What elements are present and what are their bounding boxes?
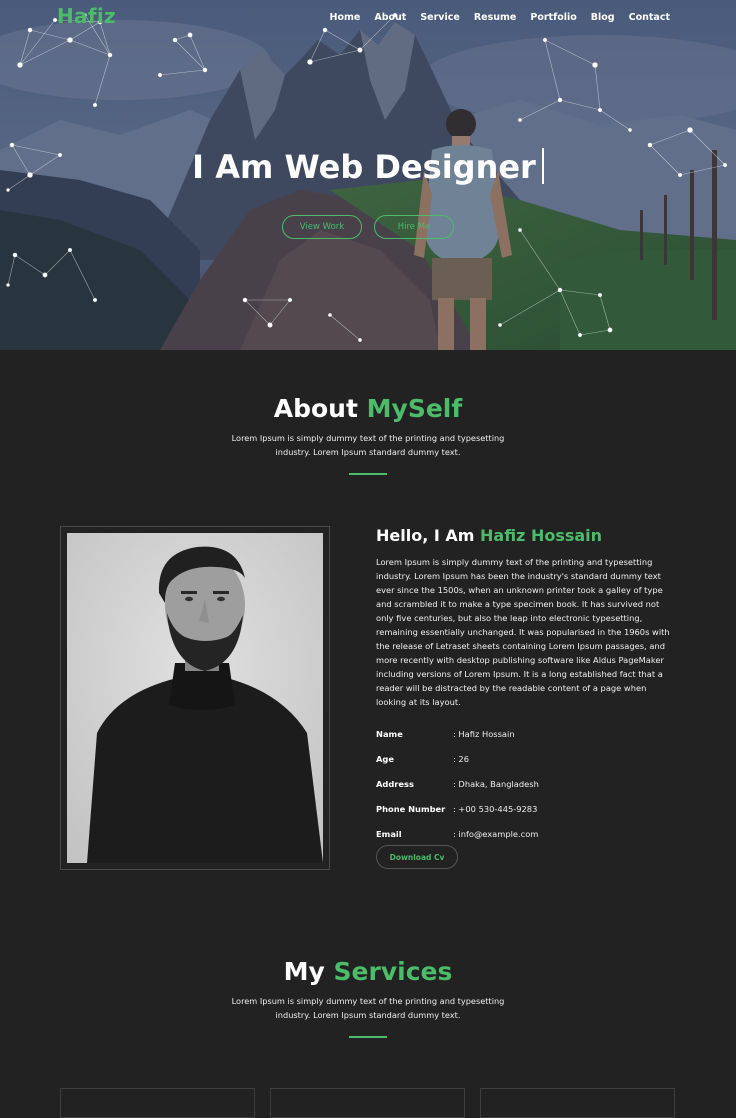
- info-row-age: Age : 26: [376, 746, 676, 771]
- about-heading: About MySelf: [0, 394, 736, 423]
- main-nav: Home About Service Resume Portfolio Blog…: [330, 12, 670, 23]
- about-intro: Lorem Ipsum is simply dummy text of the …: [231, 433, 505, 457]
- site-logo[interactable]: Hafiz: [57, 4, 116, 28]
- service-card[interactable]: [60, 1088, 255, 1118]
- info-key: Name: [376, 728, 403, 739]
- info-row-address: Address : Dhaka, Bangladesh: [376, 771, 676, 796]
- info-row-email: Email : info@example.com: [376, 821, 676, 846]
- nav-item-resume[interactable]: Resume: [474, 12, 517, 23]
- services-heading: My Services: [0, 957, 736, 986]
- view-work-button[interactable]: View Work: [282, 215, 362, 239]
- service-card[interactable]: [270, 1088, 465, 1118]
- profile-photo: [67, 533, 323, 863]
- info-value: : 26: [453, 753, 469, 764]
- info-row-phone: Phone Number : +00 530-445-9283: [376, 796, 676, 821]
- hire-me-button[interactable]: Hire Me: [374, 215, 454, 239]
- personal-info: Name : Hafiz Hossain Age : 26 Address : …: [376, 721, 676, 846]
- about-heading-accent: MySelf: [366, 394, 463, 423]
- typing-cursor: [541, 148, 544, 184]
- nav-item-service[interactable]: Service: [420, 12, 460, 23]
- info-row-name: Name : Hafiz Hossain: [376, 721, 676, 746]
- nav-item-about[interactable]: About: [374, 12, 406, 23]
- hero-section: Hafiz Home About Service Resume Portfoli…: [0, 0, 736, 350]
- about-greeting: Hello, I Am: [376, 526, 475, 545]
- about-content: Hello, I Am Hafiz Hossain Lorem Ipsum is…: [376, 526, 676, 846]
- about-name: Hafiz Hossain: [480, 526, 603, 545]
- hero-buttons: View Work Hire Me: [0, 215, 736, 239]
- hero-title: I Am Web Designer: [192, 148, 536, 186]
- nav-item-contact[interactable]: Contact: [629, 12, 670, 23]
- nav-item-home[interactable]: Home: [330, 12, 361, 23]
- info-key: Address: [376, 778, 414, 789]
- profile-photo-frame: [60, 526, 330, 870]
- services-intro: Lorem Ipsum is simply dummy text of the …: [231, 996, 505, 1020]
- services-heading-main: My: [283, 957, 325, 986]
- info-value: : +00 530-445-9283: [453, 803, 538, 814]
- nav-item-blog[interactable]: Blog: [591, 12, 615, 23]
- about-heading-main: About: [273, 394, 358, 423]
- info-value: : Hafiz Hossain: [453, 728, 515, 739]
- services-heading-accent: Services: [333, 957, 453, 986]
- service-card[interactable]: [480, 1088, 675, 1118]
- info-key: Phone Number: [376, 803, 446, 814]
- download-cv-button[interactable]: Download Cv: [376, 845, 458, 869]
- info-key: Age: [376, 753, 394, 764]
- about-divider: [349, 473, 387, 475]
- info-value: : Dhaka, Bangladesh: [453, 778, 539, 789]
- about-greeting-heading: Hello, I Am Hafiz Hossain: [376, 526, 676, 545]
- about-bio: Lorem Ipsum is simply dummy text of the …: [376, 557, 670, 707]
- services-section-header: My Services Lorem Ipsum is simply dummy …: [0, 957, 736, 1038]
- info-key: Email: [376, 828, 402, 839]
- info-value[interactable]: : info@example.com: [453, 829, 538, 839]
- services-divider: [349, 1036, 387, 1038]
- hero-title-wrap: I Am Web Designer: [0, 148, 736, 186]
- about-section-header: About MySelf Lorem Ipsum is simply dummy…: [0, 394, 736, 475]
- nav-item-portfolio[interactable]: Portfolio: [530, 12, 576, 23]
